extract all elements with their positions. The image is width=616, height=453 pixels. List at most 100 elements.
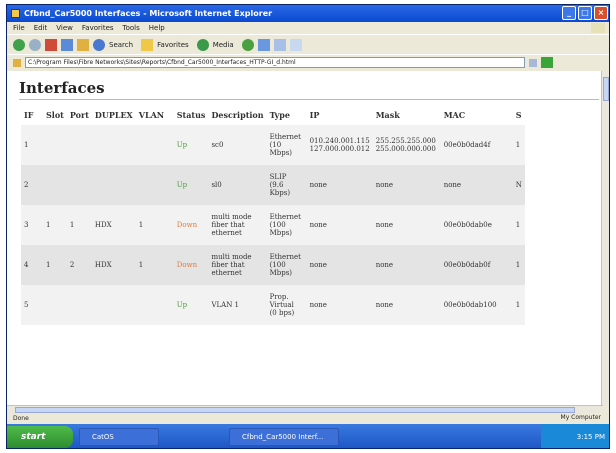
favorites-button[interactable]: Favorites: [157, 41, 189, 49]
favorites-icon[interactable]: [141, 38, 154, 51]
cell-line: (0 bps): [269, 309, 295, 317]
taskbar-item-ie[interactable]: Cfbnd_Car5000 Interf...: [229, 428, 339, 446]
column-header: IF: [24, 110, 34, 120]
cell-line: none: [309, 261, 327, 269]
table-row: 3 1 1 HDX 1 Down multi mode fiber that ethernet E…: [21, 205, 525, 245]
cell-vlan: [135, 165, 174, 205]
cell-port: [66, 125, 92, 165]
cell-ip: none: [306, 165, 373, 205]
menu-favorites[interactable]: Favorites: [82, 24, 114, 32]
system-tray: 3:15 PM: [541, 424, 609, 448]
cell-line: none: [309, 301, 327, 309]
search-icon[interactable]: [93, 38, 105, 51]
cell-slot: [43, 165, 67, 205]
cell-s: 1: [512, 245, 525, 285]
cell-ip: none: [306, 205, 373, 245]
start-button[interactable]: start: [7, 426, 73, 448]
cell-line: Ethernet: [269, 213, 301, 221]
cell-status: Up: [173, 285, 209, 325]
column-header: Description: [211, 110, 264, 120]
cell-description: multi mode fiber that ethernet: [208, 245, 267, 285]
menu-tools[interactable]: Tools: [123, 24, 140, 32]
cell-line: (100: [269, 261, 286, 269]
scroll-thumb[interactable]: [603, 77, 609, 101]
column-header: VLAN: [138, 110, 165, 120]
dropdown-icon[interactable]: [529, 58, 537, 67]
search-button[interactable]: Search: [109, 41, 133, 49]
edit-icon[interactable]: [289, 38, 302, 51]
table-row: 4 1 2 HDX 1 Down multi mode fiber that ethernet E…: [21, 245, 525, 285]
cell-line: Mbps): [269, 149, 293, 157]
menu-view[interactable]: View: [56, 24, 73, 32]
cell-line: fiber that: [211, 221, 245, 229]
cell-type: Ethernet (10 Mbps): [266, 125, 307, 165]
close-button[interactable]: ×: [594, 6, 608, 20]
cell-line: Virtual: [269, 301, 294, 309]
address-bar: C:\Program Files\Fibre Networks\Sites\Re…: [7, 54, 609, 70]
clock: 3:15 PM: [576, 433, 605, 441]
cell-port: [66, 285, 92, 325]
cell-slot: [43, 285, 67, 325]
status-text: Done: [13, 415, 29, 422]
vertical-scrollbar[interactable]: [601, 71, 609, 405]
cell-line: Mbps): [269, 229, 293, 237]
cell-s: 1: [512, 205, 525, 245]
go-button[interactable]: [541, 57, 553, 68]
cell-description: sc0: [208, 125, 267, 165]
cell-mac: 00e0b0dab0f: [440, 245, 513, 285]
menu-help[interactable]: Help: [149, 24, 165, 32]
menu-edit[interactable]: Edit: [34, 24, 48, 32]
cell-duplex: [91, 165, 136, 205]
cell-duplex: [91, 285, 136, 325]
cell-if: 5: [21, 285, 43, 325]
cell-description: VLAN 1: [208, 285, 267, 325]
stop-icon[interactable]: [45, 38, 57, 51]
cell-mac: 00e0b0dad4f: [440, 125, 513, 165]
cell-line: 127.000.000.012: [309, 145, 370, 153]
cell-duplex: HDX: [91, 245, 136, 285]
cell-port: [66, 165, 92, 205]
horizontal-scrollbar[interactable]: [7, 405, 603, 413]
address-input[interactable]: C:\Program Files\Fibre Networks\Sites\Re…: [25, 57, 525, 68]
mail-icon[interactable]: [257, 38, 270, 51]
cell-type: Ethernet (100 Mbps): [266, 205, 307, 245]
windows-logo-icon: [591, 23, 605, 33]
cell-line: none: [375, 261, 394, 269]
cell-line: Kbps): [269, 189, 291, 197]
cell-ip: 010.240.001.115 127.000.000.012: [306, 125, 373, 165]
maximize-button[interactable]: □: [578, 6, 592, 20]
cell-line: 255.000.000.000: [375, 145, 436, 153]
cell-status: Up: [173, 125, 209, 165]
table-row: 5 Up VLAN 1 Prop. Virtual (0 bps) none none 00e0…: [21, 285, 525, 325]
cell-mask: none: [372, 285, 441, 325]
home-icon[interactable]: [77, 38, 89, 51]
cell-vlan: [135, 125, 174, 165]
cell-line: Mbps): [269, 269, 293, 277]
column-header: Port: [69, 110, 89, 120]
cell-line: Ethernet: [269, 253, 301, 261]
refresh-icon[interactable]: [61, 38, 73, 51]
forward-icon[interactable]: [29, 38, 41, 51]
column-header: DUPLEX: [94, 110, 133, 120]
history-icon[interactable]: [241, 38, 254, 51]
interfaces-table: IF Slot Port DUPLEX VLAN Status Description Typ…: [21, 105, 525, 325]
media-icon[interactable]: [196, 38, 209, 51]
minimize-button[interactable]: _: [562, 6, 576, 20]
taskbar-item-catos[interactable]: CatOS: [79, 428, 159, 446]
column-header: MAC: [443, 110, 466, 120]
cell-s: 1: [512, 125, 525, 165]
page-title: Interfaces: [19, 79, 105, 97]
media-button[interactable]: Media: [213, 41, 234, 49]
window-title: Cfbnd_Car5000 Interfaces - Microsoft Int…: [24, 9, 273, 18]
cell-line: multi mode: [211, 213, 252, 221]
cell-mask: none: [372, 165, 441, 205]
cell-mask: none: [372, 205, 441, 245]
menu-file[interactable]: File: [13, 24, 25, 32]
cell-slot: 1: [43, 205, 67, 245]
table-row: 1 Up sc0 Ethernet (10 Mbps) 010.240.001.115 127…: [21, 125, 525, 165]
toolbar: Search Favorites Media: [7, 34, 609, 54]
print-icon[interactable]: [273, 38, 286, 51]
cell-vlan: [135, 285, 174, 325]
back-icon[interactable]: [13, 38, 25, 51]
cell-ip: none: [306, 285, 373, 325]
